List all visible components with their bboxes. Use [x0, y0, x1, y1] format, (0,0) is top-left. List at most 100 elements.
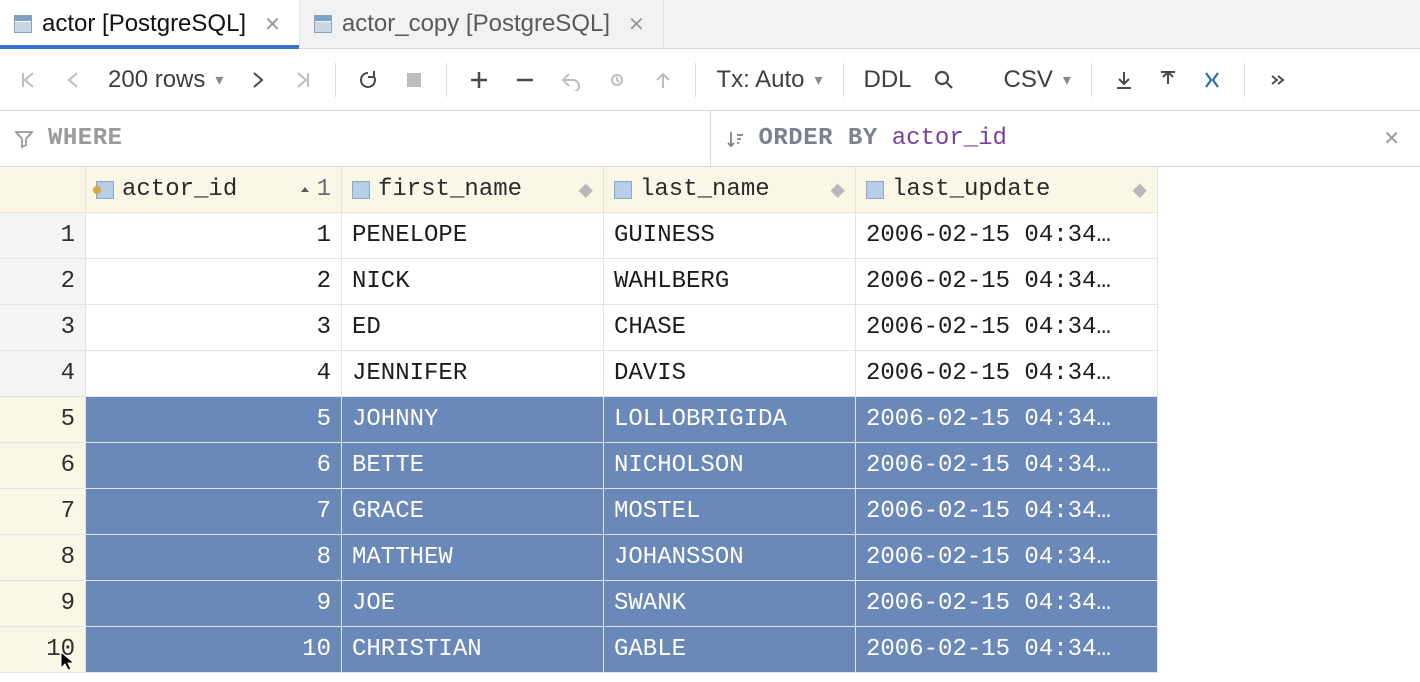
- import-button[interactable]: [1146, 58, 1190, 102]
- cell-last_update[interactable]: 2006-02-15 04:34…: [856, 351, 1158, 397]
- column-header-actor_id[interactable]: actor_id 1: [86, 167, 342, 213]
- column-header-first_name[interactable]: first_name ◆: [342, 167, 604, 213]
- cell-last_name[interactable]: GABLE: [604, 627, 856, 673]
- column-icon: [352, 181, 370, 199]
- orderby-column: actor_id: [892, 125, 1007, 152]
- reload-button[interactable]: [346, 58, 390, 102]
- grid-corner[interactable]: [0, 167, 86, 213]
- orderby-label: ORDER BY: [759, 125, 878, 152]
- submit-button[interactable]: [641, 58, 685, 102]
- cell-last_name[interactable]: SWANK: [604, 581, 856, 627]
- rows-label: 200 rows: [108, 66, 205, 94]
- cell-first_name[interactable]: NICK: [342, 259, 604, 305]
- add-row-button[interactable]: [457, 58, 501, 102]
- cell-first_name[interactable]: JOHNNY: [342, 397, 604, 443]
- row-number[interactable]: 8: [0, 535, 86, 581]
- where-input[interactable]: WHERE: [0, 111, 710, 166]
- row-number[interactable]: 9: [0, 581, 86, 627]
- cell-actor_id[interactable]: 5: [86, 397, 342, 443]
- compare-button[interactable]: [1190, 58, 1234, 102]
- toolbar: 200 rows ▾: [0, 49, 1420, 111]
- prev-page-button[interactable]: [52, 58, 96, 102]
- tab-actor[interactable]: actor [PostgreSQL] ✕: [0, 0, 300, 48]
- row-number[interactable]: 3: [0, 305, 86, 351]
- cell-last_name[interactable]: WAHLBERG: [604, 259, 856, 305]
- tx-mode-dropdown[interactable]: Tx: Auto ▾: [706, 58, 832, 102]
- ddl-button[interactable]: DDL: [854, 58, 922, 102]
- row-number[interactable]: 2: [0, 259, 86, 305]
- cell-first_name[interactable]: MATTHEW: [342, 535, 604, 581]
- column-name: last_name: [640, 176, 770, 203]
- cell-last_update[interactable]: 2006-02-15 04:34…: [856, 213, 1158, 259]
- row-number[interactable]: 7: [0, 489, 86, 535]
- revert-button[interactable]: [549, 58, 593, 102]
- cell-actor_id[interactable]: 4: [86, 351, 342, 397]
- cell-last_update[interactable]: 2006-02-15 04:34…: [856, 259, 1158, 305]
- cell-last_update[interactable]: 2006-02-15 04:34…: [856, 535, 1158, 581]
- close-icon[interactable]: ✕: [628, 12, 645, 37]
- clear-orderby-button[interactable]: ✕: [1377, 120, 1406, 157]
- cell-last_update[interactable]: 2006-02-15 04:34…: [856, 489, 1158, 535]
- cell-last_name[interactable]: GUINESS: [604, 213, 856, 259]
- search-button[interactable]: [922, 58, 966, 102]
- column-name: last_update: [892, 176, 1050, 203]
- cell-actor_id[interactable]: 6: [86, 443, 342, 489]
- cell-first_name[interactable]: GRACE: [342, 489, 604, 535]
- sort-indicator: 1: [299, 176, 331, 203]
- sort-icon: [725, 129, 745, 149]
- cell-actor_id[interactable]: 7: [86, 489, 342, 535]
- cell-last_name[interactable]: MOSTEL: [604, 489, 856, 535]
- tab-actor-copy[interactable]: actor_copy [PostgreSQL] ✕: [300, 0, 664, 48]
- cell-first_name[interactable]: BETTE: [342, 443, 604, 489]
- cell-first_name[interactable]: ED: [342, 305, 604, 351]
- row-number[interactable]: 10: [0, 627, 86, 673]
- cell-last_update[interactable]: 2006-02-15 04:34…: [856, 581, 1158, 627]
- cell-first_name[interactable]: PENELOPE: [342, 213, 604, 259]
- stop-button[interactable]: [392, 58, 436, 102]
- cell-last_update[interactable]: 2006-02-15 04:34…: [856, 627, 1158, 673]
- cell-last_name[interactable]: JOHANSSON: [604, 535, 856, 581]
- cell-last_update[interactable]: 2006-02-15 04:34…: [856, 397, 1158, 443]
- next-page-button[interactable]: [235, 58, 279, 102]
- chevron-down-icon: ▾: [1063, 70, 1071, 90]
- close-icon[interactable]: ✕: [264, 12, 281, 37]
- chevron-down-icon: ▾: [215, 70, 223, 90]
- sort-handle-icon: ◆: [831, 175, 845, 205]
- cell-first_name[interactable]: JENNIFER: [342, 351, 604, 397]
- row-number[interactable]: 4: [0, 351, 86, 397]
- cell-actor_id[interactable]: 9: [86, 581, 342, 627]
- column-header-last_update[interactable]: last_update ◆: [856, 167, 1158, 213]
- data-grid[interactable]: actor_id 1 first_name ◆ last_name ◆ last…: [0, 167, 1420, 673]
- cell-last_name[interactable]: NICHOLSON: [604, 443, 856, 489]
- export-button[interactable]: [1102, 58, 1146, 102]
- row-number[interactable]: 6: [0, 443, 86, 489]
- where-label: WHERE: [48, 125, 123, 152]
- tx-label: Tx: Auto: [716, 66, 804, 94]
- remove-row-button[interactable]: [503, 58, 547, 102]
- cell-last_name[interactable]: DAVIS: [604, 351, 856, 397]
- column-icon: [614, 181, 632, 199]
- cell-first_name[interactable]: JOE: [342, 581, 604, 627]
- cell-actor_id[interactable]: 2: [86, 259, 342, 305]
- row-number[interactable]: 1: [0, 213, 86, 259]
- cell-last_update[interactable]: 2006-02-15 04:34…: [856, 443, 1158, 489]
- orderby-input[interactable]: ORDER BY actor_id ✕: [710, 111, 1420, 166]
- cell-last_name[interactable]: LOLLOBRIGIDA: [604, 397, 856, 443]
- cell-actor_id[interactable]: 3: [86, 305, 342, 351]
- ddl-label: DDL: [864, 66, 912, 94]
- preview-changes-button[interactable]: [595, 58, 639, 102]
- cell-actor_id[interactable]: 8: [86, 535, 342, 581]
- row-number[interactable]: 5: [0, 397, 86, 443]
- column-header-last_name[interactable]: last_name ◆: [604, 167, 856, 213]
- rows-dropdown[interactable]: 200 rows ▾: [98, 58, 233, 102]
- cell-last_update[interactable]: 2006-02-15 04:34…: [856, 305, 1158, 351]
- first-page-button[interactable]: [6, 58, 50, 102]
- last-page-button[interactable]: [281, 58, 325, 102]
- cell-actor_id[interactable]: 10: [86, 627, 342, 673]
- cell-last_name[interactable]: CHASE: [604, 305, 856, 351]
- export-format-dropdown[interactable]: CSV ▾: [994, 58, 1081, 102]
- cell-first_name[interactable]: CHRISTIAN: [342, 627, 604, 673]
- overflow-button[interactable]: [1255, 58, 1299, 102]
- tab-label: actor_copy [PostgreSQL]: [342, 10, 610, 38]
- cell-actor_id[interactable]: 1: [86, 213, 342, 259]
